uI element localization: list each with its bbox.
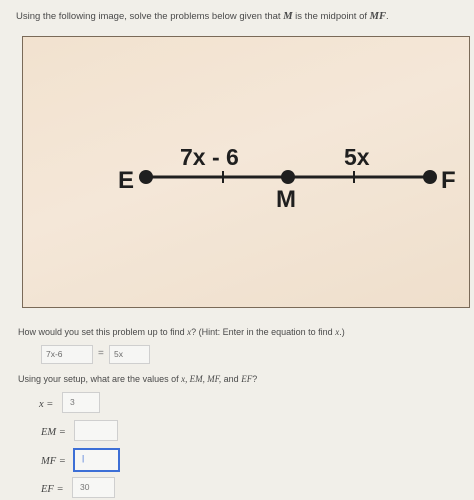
segment-mf-label: 5x bbox=[344, 144, 370, 170]
point-m-label: M bbox=[276, 186, 296, 213]
ef-answer-input[interactable]: 30 bbox=[72, 477, 115, 498]
segment-em-label: 7x - 6 bbox=[180, 144, 239, 170]
setup-question-prefix: How would you set this problem up to fin… bbox=[18, 327, 188, 337]
equation-right-input[interactable]: 5x bbox=[109, 345, 150, 364]
instructions-var-mf: MF bbox=[369, 11, 386, 22]
instructions-middle: is the midpoint of bbox=[292, 11, 370, 22]
values-question-vars: x, EM, MF, bbox=[181, 374, 222, 384]
point-f-label: F bbox=[441, 167, 456, 194]
em-label: EM = bbox=[41, 427, 66, 438]
x-label: x = bbox=[39, 399, 54, 410]
values-question-and: and bbox=[221, 374, 242, 384]
instructions-suffix: . bbox=[386, 11, 389, 22]
values-question-end: ? bbox=[252, 374, 258, 384]
segment-diagram: E M F 7x - 6 5x bbox=[118, 144, 456, 213]
mf-label: MF = bbox=[41, 456, 66, 467]
values-question-prefix: Using your setup, what are the values of bbox=[18, 374, 182, 384]
point-f-dot bbox=[423, 170, 437, 184]
em-answer-input[interactable] bbox=[74, 420, 118, 441]
point-e-label: E bbox=[118, 167, 134, 194]
values-question-ef: EF bbox=[241, 374, 253, 384]
setup-question: How would you set this problem up to fin… bbox=[18, 327, 345, 337]
values-question: Using your setup, what are the values of… bbox=[18, 374, 257, 384]
point-e-dot bbox=[139, 170, 153, 184]
ef-label: EF = bbox=[41, 484, 64, 495]
diagram-panel: E M F 7x - 6 5x bbox=[22, 36, 470, 308]
instructions-var-m: M bbox=[283, 11, 293, 22]
problem-instructions: Using the following image, solve the pro… bbox=[16, 11, 389, 22]
mf-answer-input[interactable]: | bbox=[73, 448, 120, 472]
setup-question-hint: ? (Hint: Enter in the equation to find bbox=[191, 327, 336, 337]
point-m-dot bbox=[281, 170, 295, 184]
x-answer-input[interactable]: 3 bbox=[62, 392, 100, 413]
equation-equals-sign: = bbox=[98, 348, 104, 359]
instructions-prefix: Using the following image, solve the pro… bbox=[16, 11, 284, 22]
setup-question-end: .) bbox=[339, 327, 345, 337]
equation-left-input[interactable]: 7x-6 bbox=[41, 345, 93, 364]
